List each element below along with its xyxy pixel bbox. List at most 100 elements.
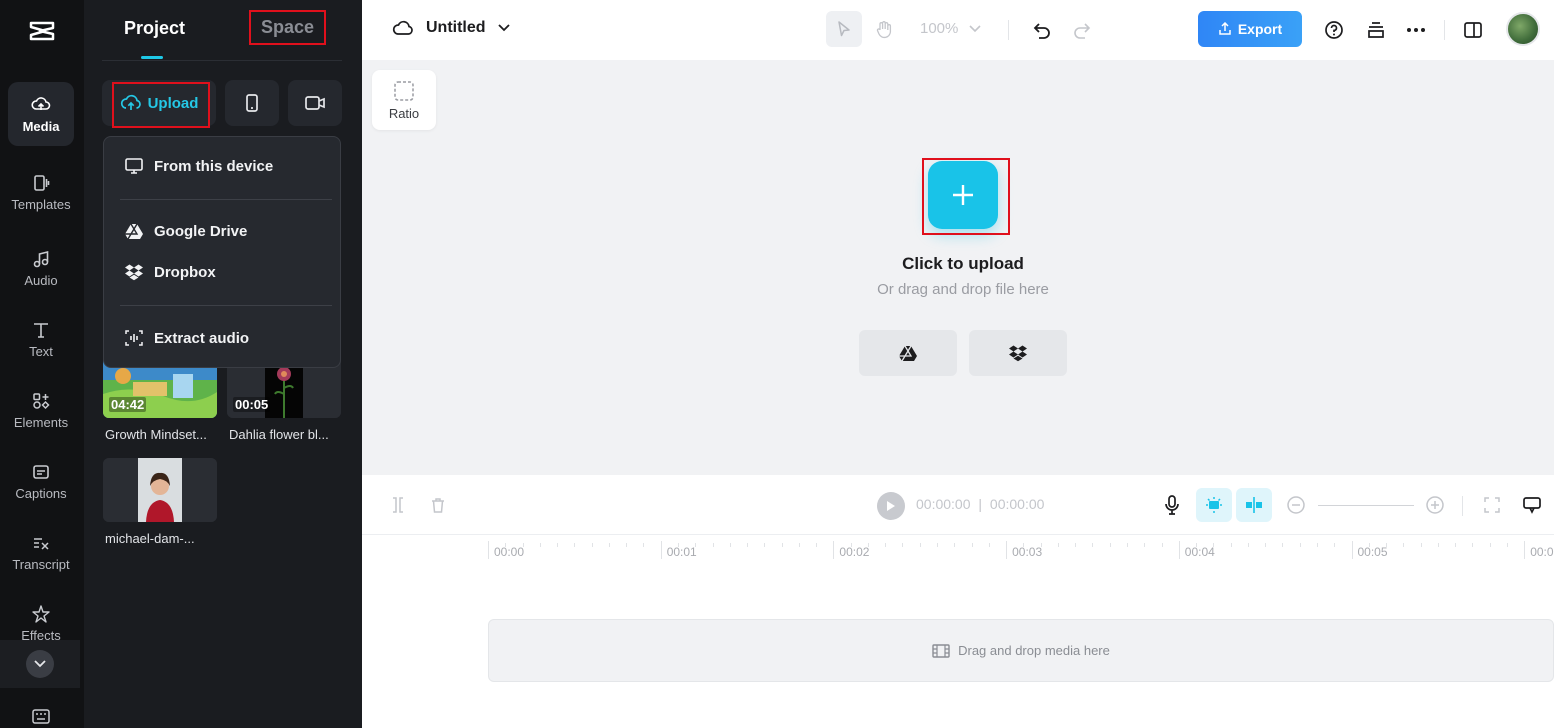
ruler-minor-tick xyxy=(1282,543,1284,547)
menu-item-extract-audio[interactable]: Extract audio xyxy=(124,328,249,348)
drag-drop-hint: Or drag and drop file here xyxy=(877,281,1049,298)
ruler-minor-tick xyxy=(1437,543,1439,547)
ruler-tick-label: 00:02 xyxy=(839,545,870,559)
templates-icon xyxy=(34,174,50,191)
rail-item-templates[interactable]: Templates xyxy=(8,160,74,224)
google-drive-upload-button[interactable] xyxy=(859,330,957,376)
feedback-button[interactable] xyxy=(1520,493,1544,517)
cloud-upload-icon xyxy=(31,96,51,110)
menu-item-from-device-label: From this device xyxy=(154,157,274,175)
zoom-level: 100% xyxy=(920,20,959,37)
play-icon xyxy=(887,501,895,511)
help-icon xyxy=(1325,21,1343,39)
export-icon xyxy=(1219,22,1231,35)
ratio-label: Ratio xyxy=(388,105,420,121)
ruler-minor-tick xyxy=(574,543,576,547)
record-button[interactable] xyxy=(288,80,342,126)
timeline-ruler[interactable]: 00:00 00:01 00:02 00:03 00:04 00:05 00:0 xyxy=(362,535,1554,575)
ruler-minor-tick xyxy=(608,543,610,547)
zoom-level-dropdown[interactable]: 100% xyxy=(920,20,981,37)
text-icon xyxy=(34,322,48,338)
menu-item-dropbox[interactable]: Dropbox xyxy=(124,262,216,282)
user-avatar[interactable] xyxy=(1506,12,1540,46)
ruler-minor-tick xyxy=(1265,543,1267,547)
hand-tool-button[interactable] xyxy=(870,16,898,44)
rail-item-text[interactable]: Text xyxy=(8,307,74,371)
zoom-in-button[interactable] xyxy=(1423,493,1447,517)
split-clip-icon xyxy=(1246,497,1262,513)
chevron-down-icon[interactable] xyxy=(26,650,54,678)
layers-button[interactable] xyxy=(1362,16,1390,44)
rail-item-audio[interactable]: Audio xyxy=(8,236,74,300)
ruler-minor-tick xyxy=(695,543,697,547)
ruler-minor-tick xyxy=(1144,543,1146,547)
media-thumbnail[interactable] xyxy=(103,458,217,522)
tab-project-indicator xyxy=(141,56,163,59)
toolbar-divider xyxy=(1462,496,1463,516)
ruler-minor-tick xyxy=(1213,543,1215,547)
capcut-logo-icon[interactable] xyxy=(22,16,62,46)
linkage-toggle[interactable] xyxy=(1236,488,1272,522)
ruler-minor-tick xyxy=(591,543,593,547)
fit-timeline-button[interactable] xyxy=(1480,493,1504,517)
ruler-minor-tick xyxy=(1403,543,1405,547)
fit-screen-icon xyxy=(1484,497,1500,513)
menu-item-google-drive[interactable]: Google Drive xyxy=(124,221,247,241)
menu-separator xyxy=(120,305,332,306)
timeline-zoom-slider[interactable] xyxy=(1318,505,1414,506)
ratio-button[interactable]: Ratio xyxy=(372,70,436,130)
export-label: Export xyxy=(1237,21,1283,37)
help-button[interactable] xyxy=(1320,16,1348,44)
chevron-down-icon xyxy=(497,24,510,32)
menu-item-from-device[interactable]: From this device xyxy=(124,156,273,176)
ruler-minor-tick xyxy=(1247,543,1249,547)
ruler-minor-tick xyxy=(902,543,904,547)
split-button[interactable] xyxy=(386,493,410,517)
toolbar-divider xyxy=(1008,20,1009,40)
ruler-minor-tick xyxy=(712,543,714,547)
film-strip-icon xyxy=(932,643,950,658)
tab-space[interactable]: Space xyxy=(249,10,326,45)
export-button[interactable]: Export xyxy=(1198,11,1302,47)
click-to-upload-text[interactable]: Click to upload xyxy=(362,254,1554,274)
rail-item-transcript[interactable]: Transcript xyxy=(8,520,74,584)
ruler-minor-tick xyxy=(1386,543,1388,547)
menu-separator xyxy=(120,199,332,200)
more-options-button[interactable] xyxy=(1402,16,1430,44)
toggle-panel-button[interactable] xyxy=(1459,16,1487,44)
ruler-minor-tick xyxy=(1075,543,1077,547)
left-rail: Media Templates Audio Text Elements Capt… xyxy=(0,0,84,728)
record-voiceover-button[interactable] xyxy=(1160,493,1184,517)
auto-snap-toggle[interactable] xyxy=(1196,488,1232,522)
ruler-tick xyxy=(1178,541,1180,559)
rail-item-elements[interactable]: Elements xyxy=(8,378,74,442)
dropbox-icon xyxy=(1009,345,1027,362)
select-tool-button[interactable] xyxy=(826,11,862,47)
project-title-dropdown[interactable]: Untitled xyxy=(392,18,510,38)
delete-button[interactable] xyxy=(426,493,450,517)
ruler-tick xyxy=(1524,541,1526,559)
dropbox-upload-button[interactable] xyxy=(969,330,1067,376)
hand-icon xyxy=(876,21,892,39)
phone-upload-button[interactable] xyxy=(225,80,279,126)
keyboard-icon[interactable] xyxy=(31,708,51,726)
rail-label-elements: Elements xyxy=(13,414,69,430)
play-button[interactable] xyxy=(877,492,905,520)
timeline-drop-zone[interactable]: Drag and drop media here xyxy=(488,619,1554,682)
tab-project[interactable]: Project xyxy=(124,18,185,39)
zoom-out-button[interactable] xyxy=(1284,493,1308,517)
ruler-minor-tick xyxy=(1455,543,1457,547)
redo-icon xyxy=(1074,23,1091,39)
menu-item-google-drive-label: Google Drive xyxy=(154,222,248,240)
redo-button[interactable] xyxy=(1068,16,1096,44)
top-toolbar: Untitled 100% Export xyxy=(362,0,1554,60)
undo-icon xyxy=(1033,23,1050,39)
rail-label-templates: Templates xyxy=(11,196,71,212)
ruler-minor-tick xyxy=(626,543,628,547)
media-name: michael-dam-... xyxy=(105,531,195,546)
undo-button[interactable] xyxy=(1028,16,1056,44)
rail-item-media[interactable]: Media xyxy=(8,82,74,146)
rail-label-audio: Audio xyxy=(24,272,58,288)
ruler-minor-tick xyxy=(937,543,939,547)
rail-item-captions[interactable]: Captions xyxy=(8,449,74,513)
